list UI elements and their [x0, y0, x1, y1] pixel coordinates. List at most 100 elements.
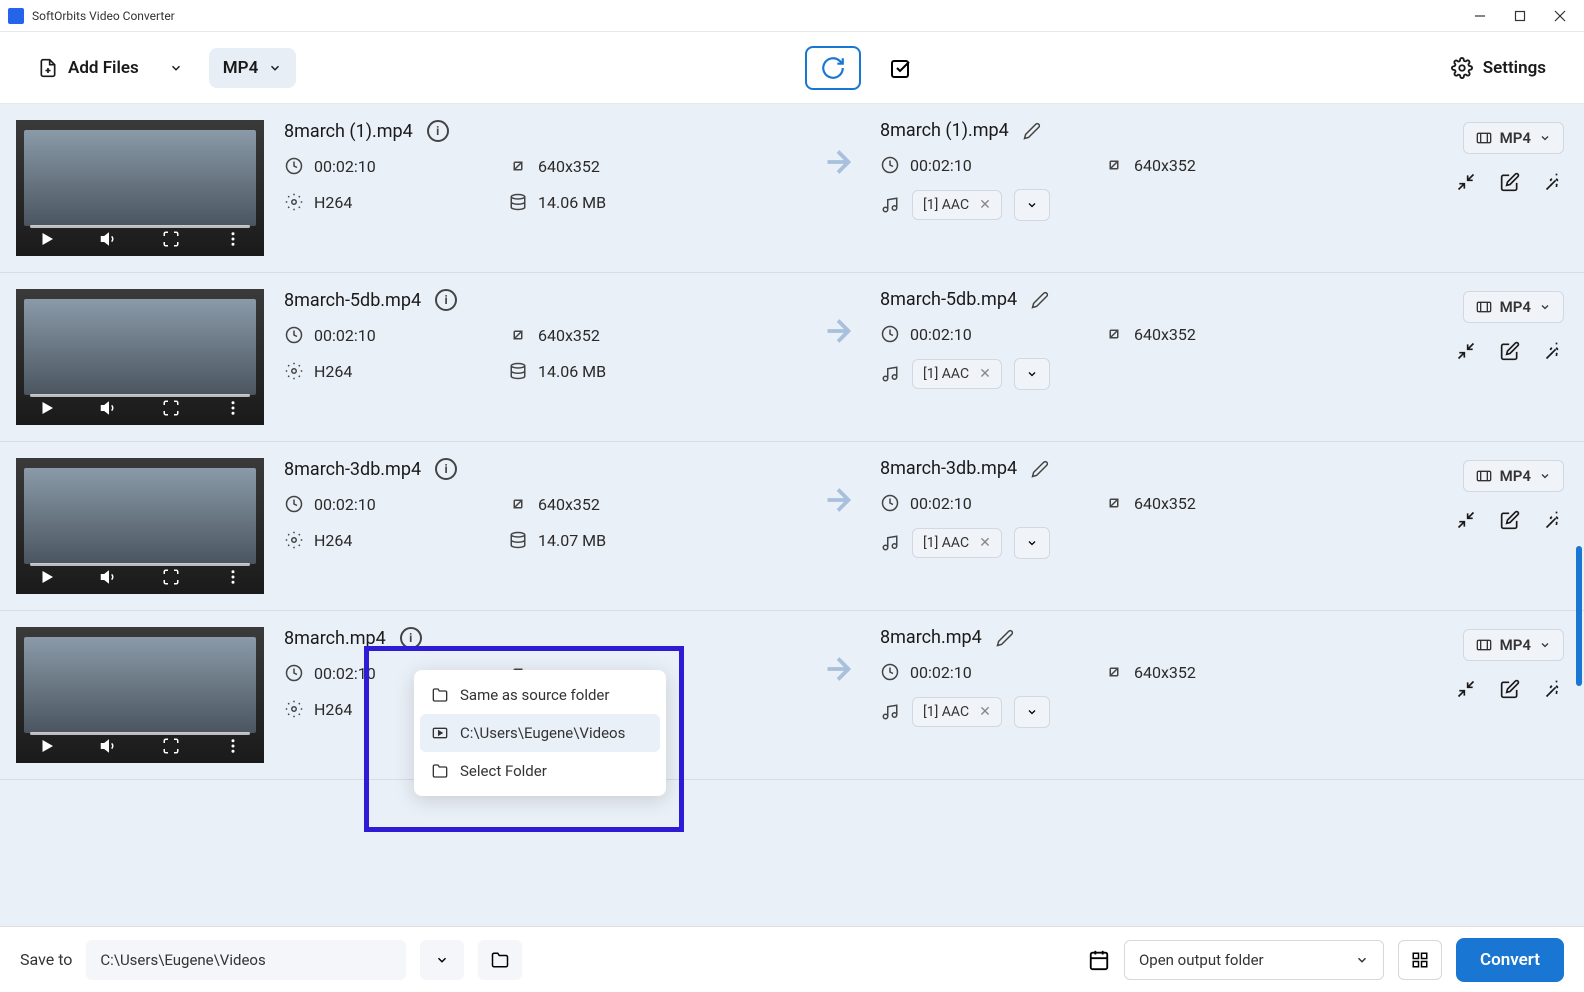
audio-dropdown[interactable]: [1014, 189, 1050, 221]
volume-icon[interactable]: [100, 737, 118, 755]
remove-audio-icon[interactable]: ✕: [979, 704, 991, 720]
expand-icon: [1104, 493, 1124, 513]
edit-icon[interactable]: [1500, 679, 1520, 699]
audio-dropdown[interactable]: [1014, 358, 1050, 390]
play-icon[interactable]: [38, 399, 56, 417]
magic-icon[interactable]: [1544, 679, 1564, 699]
edit-icon[interactable]: [1500, 510, 1520, 530]
video-icon: [1476, 130, 1492, 146]
fullscreen-icon[interactable]: [162, 737, 180, 755]
settings-button[interactable]: Settings: [1437, 47, 1560, 89]
output-format-button[interactable]: MP4: [1463, 291, 1564, 323]
video-thumbnail[interactable]: [16, 120, 264, 256]
info-icon[interactable]: i: [400, 627, 422, 649]
video-thumbnail[interactable]: [16, 289, 264, 425]
duration-field: 00:02:10: [284, 156, 484, 176]
edit-icon[interactable]: [1031, 291, 1049, 309]
menu-select-folder[interactable]: Select Folder: [420, 752, 660, 790]
browse-folder-button[interactable]: [478, 940, 522, 980]
audio-dropdown[interactable]: [1014, 696, 1050, 728]
layout-button[interactable]: [1398, 940, 1442, 980]
seek-bar[interactable]: [30, 394, 250, 397]
volume-icon[interactable]: [100, 399, 118, 417]
audio-track-pill[interactable]: [1] AAC✕: [912, 697, 1002, 727]
duration-field: 00:02:10: [284, 494, 484, 514]
more-icon[interactable]: [224, 230, 242, 248]
seek-bar[interactable]: [30, 225, 250, 228]
magic-icon[interactable]: [1544, 510, 1564, 530]
compress-icon[interactable]: [1456, 510, 1476, 530]
fullscreen-icon[interactable]: [162, 568, 180, 586]
output-format-button[interactable]: MP4: [1463, 122, 1564, 154]
output-duration: 00:02:10: [880, 493, 1080, 513]
audio-dropdown[interactable]: [1014, 527, 1050, 559]
audio-track-pill[interactable]: [1] AAC✕: [912, 359, 1002, 389]
seek-bar[interactable]: [30, 563, 250, 566]
expand-icon: [508, 325, 528, 345]
edit-icon[interactable]: [1500, 172, 1520, 192]
more-icon[interactable]: [224, 568, 242, 586]
edit-icon[interactable]: [1031, 460, 1049, 478]
more-icon[interactable]: [224, 399, 242, 417]
audio-track-pill[interactable]: [1] AAC✕: [912, 528, 1002, 558]
video-thumbnail[interactable]: [16, 627, 264, 763]
magic-icon[interactable]: [1544, 172, 1564, 192]
volume-icon[interactable]: [100, 568, 118, 586]
remove-audio-icon[interactable]: ✕: [979, 197, 991, 213]
output-format-button[interactable]: MP4: [1463, 460, 1564, 492]
compress-icon[interactable]: [1456, 172, 1476, 192]
clock-icon: [284, 494, 304, 514]
edit-icon[interactable]: [996, 629, 1014, 647]
save-path-dropdown-button[interactable]: [420, 940, 464, 980]
play-icon[interactable]: [38, 230, 56, 248]
gear-icon: [284, 530, 304, 550]
add-files-button[interactable]: Add Files: [24, 48, 197, 88]
video-icon: [1476, 468, 1492, 484]
info-icon[interactable]: i: [435, 289, 457, 311]
convert-button[interactable]: Convert: [1456, 938, 1564, 982]
convert-label: Convert: [1480, 950, 1540, 970]
format-button[interactable]: MP4: [209, 48, 297, 88]
maximize-button[interactable]: [1512, 8, 1528, 24]
clock-icon: [880, 155, 900, 175]
minimize-button[interactable]: [1472, 8, 1488, 24]
play-icon[interactable]: [38, 737, 56, 755]
calendar-icon[interactable]: [1088, 949, 1110, 971]
output-filename: 8march-3db.mp4: [880, 458, 1017, 479]
clock-icon: [284, 156, 304, 176]
checkbox-button[interactable]: [873, 46, 929, 90]
more-icon[interactable]: [224, 737, 242, 755]
compress-icon[interactable]: [1456, 341, 1476, 361]
clock-icon: [284, 325, 304, 345]
compress-icon[interactable]: [1456, 679, 1476, 699]
clock-icon: [880, 324, 900, 344]
menu-recent-path[interactable]: C:\Users\Eugene\Videos: [420, 714, 660, 752]
video-icon: [1476, 637, 1492, 653]
edit-icon[interactable]: [1023, 122, 1041, 140]
output-resolution: 640x352: [1104, 662, 1304, 682]
video-thumbnail[interactable]: [16, 458, 264, 594]
menu-same-as-source[interactable]: Same as source folder: [420, 676, 660, 714]
video-folder-icon: [432, 725, 448, 741]
remove-audio-icon[interactable]: ✕: [979, 535, 991, 551]
disk-icon: [508, 530, 528, 550]
fullscreen-icon[interactable]: [162, 399, 180, 417]
fullscreen-icon[interactable]: [162, 230, 180, 248]
scrollbar-thumb[interactable]: [1576, 546, 1582, 686]
refresh-button[interactable]: [805, 46, 861, 90]
seek-bar[interactable]: [30, 732, 250, 735]
magic-icon[interactable]: [1544, 341, 1564, 361]
open-output-dropdown[interactable]: Open output folder: [1124, 940, 1384, 980]
remove-audio-icon[interactable]: ✕: [979, 366, 991, 382]
arrow-icon: [808, 458, 868, 594]
info-icon[interactable]: i: [427, 120, 449, 142]
output-format-button[interactable]: MP4: [1463, 629, 1564, 661]
volume-icon[interactable]: [100, 230, 118, 248]
play-icon[interactable]: [38, 568, 56, 586]
audio-track-pill[interactable]: [1] AAC✕: [912, 190, 1002, 220]
chevron-down-icon: [1539, 639, 1551, 651]
info-icon[interactable]: i: [435, 458, 457, 480]
edit-icon[interactable]: [1500, 341, 1520, 361]
close-button[interactable]: [1552, 8, 1568, 24]
save-path-field[interactable]: C:\Users\Eugene\Videos: [86, 940, 406, 980]
